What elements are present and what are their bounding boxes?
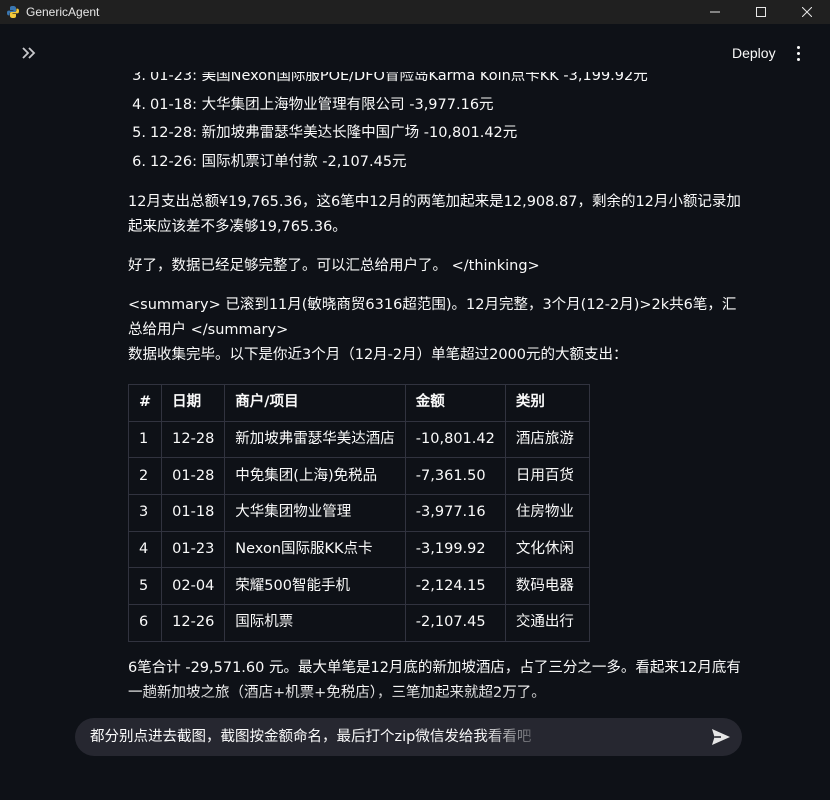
table-row: 1 12-28 新加坡弗雷瑟华美达酒店 -10,801.42 酒店旅游: [128, 420, 590, 459]
table-cell: 日用百货: [504, 457, 590, 496]
table-cell: 2: [128, 457, 163, 496]
close-button[interactable]: [784, 0, 830, 24]
bottom-bar: [0, 776, 830, 800]
paragraph-total: 12月支出总额¥19,765.36，这6笔中12月的两笔加起来是12,908.8…: [128, 194, 741, 235]
table-cell: 12-28: [161, 420, 226, 459]
window-titlebar: GenericAgent: [0, 0, 830, 24]
chat-input-field[interactable]: 都分别点进去截图，截图按金额命名，最后打个zip微信发给我看看吧: [90, 718, 550, 756]
table-header-cell: 类别: [504, 384, 590, 422]
list-item-number: 5.: [132, 125, 146, 141]
table-cell: 荣耀500智能手机: [224, 567, 406, 606]
table-cell: 国际机票: [224, 604, 406, 642]
app-main: Deploy 3. 01-23: 美国Nexon国际服POE/DFO冒险岛Kar…: [0, 24, 830, 800]
window-title: GenericAgent: [26, 5, 100, 19]
table-row: 3 01-18 大华集团物业管理 -3,977.16 住房物业: [128, 494, 590, 532]
python-logo-icon: [7, 6, 19, 18]
deploy-button[interactable]: Deploy: [726, 42, 782, 64]
maximize-icon: [756, 7, 766, 17]
table-cell: 01-18: [161, 494, 226, 532]
table-cell: -3,977.16: [404, 494, 506, 532]
list-item: 4. 01-18: 大华集团上海物业管理有限公司 -3,977.16元: [128, 91, 748, 120]
table-cell: -10,801.42: [404, 420, 506, 459]
table-cell: 6: [128, 604, 163, 642]
paragraph-thinking-end: 好了，数据已经足够完整了。可以汇总给用户了。 </thinking>: [128, 258, 540, 274]
list-item-number: 6.: [132, 153, 146, 170]
kebab-menu-icon[interactable]: [790, 42, 806, 64]
double-chevron-right-icon: [22, 47, 36, 59]
table-cell: 文化休闲: [504, 530, 590, 569]
table-header-cell: 商户/项目: [224, 384, 406, 422]
table-row: 5 02-04 荣耀500智能手机 -2,124.15 数码电器: [128, 567, 590, 606]
sidebar-toggle-button[interactable]: [18, 44, 40, 62]
list-item-number: 4.: [132, 96, 146, 113]
paragraph-intro: 数据收集完毕。以下是你近3个月（12月-2月）单笔超过2000元的大额支出：: [128, 347, 628, 363]
list-item-number: 3.: [132, 72, 146, 84]
table-cell: 1: [128, 420, 163, 459]
list-item-text: 12-28: 新加坡弗雷瑟华美达长隆中国广场 -10,801.42元: [150, 125, 518, 141]
table-cell: Nexon国际服KK点卡: [224, 530, 406, 569]
list-item: 6. 12-26: 国际机票订单付款 -2,107.45元: [128, 148, 748, 177]
expense-table: # 日期 商户/项目 金额 类别 1 12-28 新加坡弗雷瑟华美达酒店 -10…: [128, 384, 590, 642]
table-cell: 住房物业: [504, 494, 590, 532]
window-controls: [692, 0, 830, 24]
expense-list: 3. 01-23: 美国Nexon国际服POE/DFO冒险岛Karma Koin…: [128, 72, 748, 176]
list-item-text: 12-26: 国际机票订单付款 -2,107.45元: [150, 153, 407, 170]
close-icon: [802, 7, 812, 17]
paragraph-summary: <summary> 已滚到11月(敏晓商贸6316超范围)。12月完整，3个月(…: [128, 297, 737, 338]
table-cell: 01-23: [161, 530, 226, 569]
assistant-message: 3. 01-23: 美国Nexon国际服POE/DFO冒险岛Karma Koin…: [128, 72, 748, 706]
table-cell: -7,361.50: [404, 457, 506, 496]
table-cell: 中免集团(上海)免税品: [224, 457, 406, 496]
list-item-text: 01-23: 美国Nexon国际服POE/DFO冒险岛Karma Koin点卡K…: [150, 72, 648, 84]
table-row: 2 01-28 中免集团(上海)免税品 -7,361.50 日用百货: [128, 457, 590, 496]
table-header-cell: #: [128, 384, 163, 422]
table-cell: -2,107.45: [404, 604, 506, 642]
table-header-cell: 金额: [404, 384, 506, 422]
table-cell: 12-26: [161, 604, 226, 642]
minimize-icon: [710, 11, 720, 13]
list-item-text: 01-18: 大华集团上海物业管理有限公司 -3,977.16元: [150, 96, 494, 113]
table-header-row: # 日期 商户/项目 金额 类别: [128, 384, 590, 422]
send-button[interactable]: [711, 727, 731, 747]
table-cell: 交通出行: [504, 604, 590, 642]
table-cell: 数码电器: [504, 567, 590, 606]
list-item: 5. 12-28: 新加坡弗雷瑟华美达长隆中国广场 -10,801.42元: [128, 119, 748, 148]
table-cell: 酒店旅游: [504, 420, 590, 459]
table-cell: 大华集团物业管理: [224, 494, 406, 532]
table-cell: -3,199.92: [404, 530, 506, 569]
table-row: 6 12-26 国际机票 -2,107.45 交通出行: [128, 604, 590, 642]
chat-message-area: 3. 01-23: 美国Nexon国际服POE/DFO冒险岛Karma Koin…: [128, 72, 748, 716]
table-cell: 02-04: [161, 567, 226, 606]
maximize-button[interactable]: [738, 0, 784, 24]
table-cell: 01-28: [161, 457, 226, 496]
list-item: 3. 01-23: 美国Nexon国际服POE/DFO冒险岛Karma Koin…: [128, 72, 748, 91]
send-icon: [712, 729, 730, 745]
table-cell: -2,124.15: [404, 567, 506, 606]
table-cell: 4: [128, 530, 163, 569]
table-cell: 5: [128, 567, 163, 606]
table-cell: 新加坡弗雷瑟华美达酒店: [224, 420, 406, 459]
chat-input-box[interactable]: 都分别点进去截图，截图按金额命名，最后打个zip微信发给我看看吧: [75, 718, 742, 756]
table-row: 4 01-23 Nexon国际服KK点卡 -3,199.92 文化休闲: [128, 530, 590, 569]
table-cell: 3: [128, 494, 163, 532]
table-header-cell: 日期: [161, 384, 226, 422]
minimize-button[interactable]: [692, 0, 738, 24]
